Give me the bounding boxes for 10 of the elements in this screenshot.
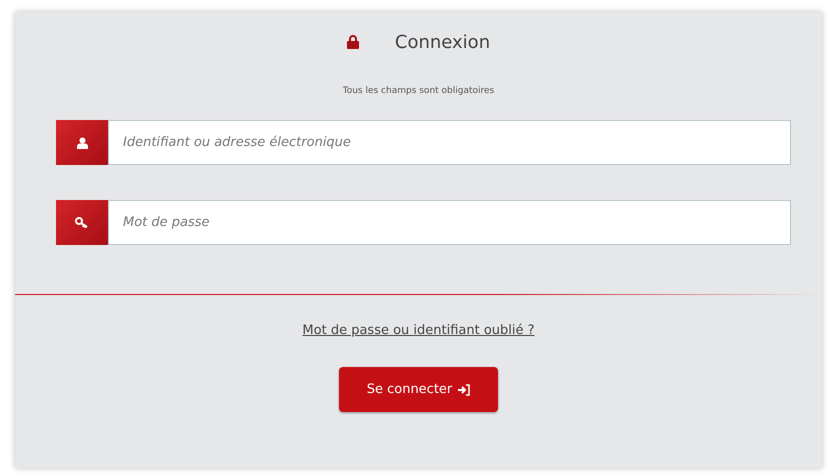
user-icon [76,136,88,148]
lock-icon [346,35,359,49]
login-button[interactable]: Se connecter [339,367,498,412]
input-field[interactable]: Identifiant ou adresse électronique [108,120,791,165]
required-note: Tous les champs sont obligatoires [342,86,494,96]
key-icon [75,217,89,228]
input-field[interactable]: Mot de passe [108,200,791,245]
panel-title: Connexion [394,32,490,52]
sign-in-icon [458,384,470,396]
forgot-link[interactable]: Mot de passe ou identifiant oublié ? [302,323,535,338]
